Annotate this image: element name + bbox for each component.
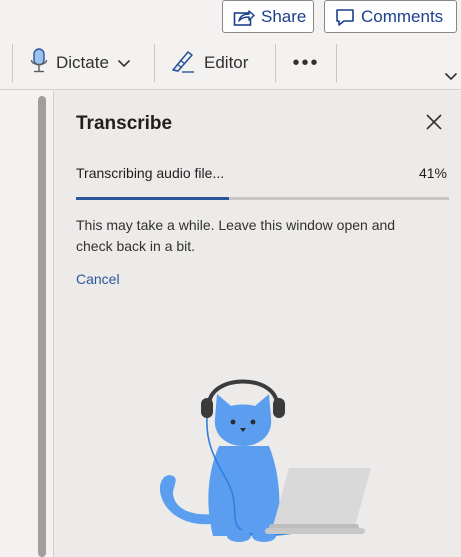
comments-button[interactable]: Comments [324,0,457,33]
ribbon-divider [154,44,155,82]
progress-percent: 41% [418,165,447,181]
pane-title: Transcribe [76,113,173,134]
dictate-label: Dictate [56,53,109,72]
editor-button[interactable]: Editor [170,44,248,82]
vertical-scrollbar[interactable] [38,96,46,557]
ribbon-divider [12,44,13,82]
ribbon-toolbar: Dictate Editor ••• [0,38,461,90]
ribbon-expand-chevron-icon[interactable] [444,68,458,86]
cancel-link[interactable]: Cancel [76,271,120,287]
cat-with-headphones-illustration [149,376,379,551]
editor-label: Editor [204,53,249,72]
transcribe-pane: Transcribe Transcribing audio file... 41… [53,91,461,557]
chevron-down-icon[interactable] [117,53,131,73]
document-area [0,91,38,557]
comments-label: Comments [361,6,444,26]
share-label: Share [261,6,307,26]
top-bar: Share Comments [0,0,461,36]
share-icon [233,7,255,27]
transcribing-status: Transcribing audio file... [76,165,225,181]
ribbon-divider [275,44,276,82]
microphone-icon [30,47,48,79]
progress-fill [76,197,229,200]
ribbon-divider [336,44,337,82]
dictate-button[interactable]: Dictate [30,44,131,82]
close-icon[interactable] [424,112,444,132]
progress-bar [76,197,449,200]
comment-icon [335,7,355,27]
editor-pen-icon [170,49,196,78]
more-options-button[interactable]: ••• [288,44,324,82]
share-button[interactable]: Share [222,0,314,33]
info-message: This may take a while. Leave this window… [76,217,396,254]
more-label: ••• [292,51,320,74]
